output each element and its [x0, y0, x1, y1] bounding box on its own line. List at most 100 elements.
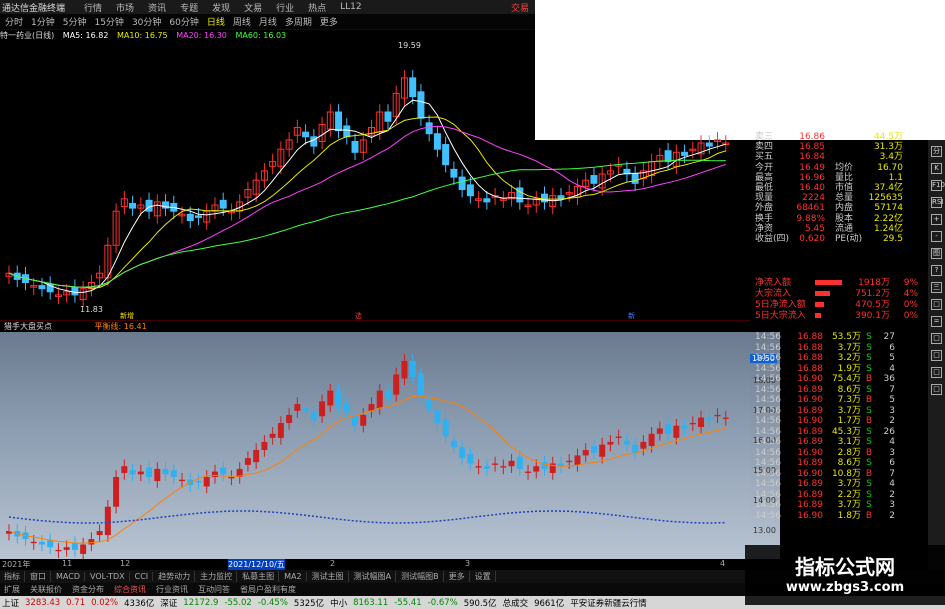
period-tab-5[interactable]: 60分钟: [166, 15, 201, 28]
trade-button[interactable]: 交易: [511, 1, 535, 14]
sz-index-label[interactable]: 深证: [160, 597, 177, 609]
tick-price: 16.89: [797, 458, 823, 468]
period-tab-6[interactable]: 日线: [204, 15, 228, 28]
indicator-tab-11[interactable]: 测试幅图B: [397, 571, 444, 582]
stat-label-2: 流通: [835, 223, 854, 234]
tick-price: 16.89: [797, 384, 823, 395]
period-tab-10[interactable]: 更多: [317, 15, 341, 28]
toolbar-icon-14[interactable]: □: [931, 384, 942, 395]
menu-item-discover[interactable]: 发现: [207, 1, 235, 14]
zx-index-label[interactable]: 中小: [330, 597, 347, 609]
stat-row: 收益(四) 0.620 PE(动) 29.5: [755, 234, 927, 244]
toolbar-icon-3[interactable]: RSI: [931, 197, 943, 208]
menu-item-industry[interactable]: 行业: [271, 1, 299, 14]
period-tab-4[interactable]: 30分钟: [129, 15, 164, 28]
sub-candle-body: [137, 471, 144, 475]
toolbar-icon-5[interactable]: -: [931, 231, 942, 242]
tick-side: S: [866, 342, 872, 353]
kline-main-chart[interactable]: 17.0016.5016.0015.5015.0014.5014.0013.50…: [0, 30, 750, 320]
period-tab-2[interactable]: 5分钟: [60, 15, 90, 28]
sh-index-amount: 4336亿: [124, 598, 155, 609]
ext-tab-1[interactable]: 关联报价: [26, 584, 66, 595]
period-bar: 分时 1分钟 5分钟 15分钟 30分钟 60分钟 日线 周线 月线 多周期 更多: [0, 14, 535, 30]
tick-count: 7: [889, 468, 895, 479]
candle-body: [145, 199, 153, 212]
sub-candle-body: [689, 423, 696, 425]
tick-volume: 7.3万: [837, 395, 861, 405]
sub-candle-body: [656, 428, 663, 434]
extension-tabs: 扩展 关联报价 资金分布 综合资讯 行业资讯 互动问答 省局户盈利有度: [0, 583, 750, 596]
period-tab-7[interactable]: 周线: [230, 15, 254, 28]
menu-item-news[interactable]: 资讯: [143, 1, 171, 14]
tick-volume: 1.7万: [837, 416, 861, 426]
toolbar-icon-12[interactable]: □: [931, 350, 942, 361]
indicator-tab-8[interactable]: MA2: [280, 572, 307, 581]
indicator-tab-6[interactable]: 主力监控: [196, 571, 238, 582]
toolbar-icon-4[interactable]: +: [931, 214, 942, 225]
tick-time: 14:56: [755, 363, 781, 374]
menu-item-topics[interactable]: 专题: [175, 1, 203, 14]
ext-tab-4[interactable]: 行业资讯: [152, 584, 192, 595]
period-tab-3[interactable]: 15分钟: [91, 15, 126, 28]
toolbar-icon-11[interactable]: □: [931, 333, 942, 344]
tick-volume: 8.6万: [837, 458, 861, 468]
period-tab-1[interactable]: 1分钟: [28, 15, 58, 28]
indicator-tab-10[interactable]: 测试幅图A: [350, 571, 397, 582]
menu-item-ll12[interactable]: LL12: [335, 2, 366, 12]
toolbar-icon-6[interactable]: 图: [931, 248, 942, 259]
ext-tab-3[interactable]: 综合资讯: [110, 584, 150, 595]
indicator-tab-4[interactable]: CCI: [131, 572, 154, 581]
period-tab-0[interactable]: 分时: [2, 15, 26, 28]
toolbar-icon-2[interactable]: F10: [931, 180, 945, 191]
ext-tab-5[interactable]: 互动问答: [194, 584, 234, 595]
menu-item-quotes[interactable]: 行情: [79, 1, 107, 14]
indicator-tab-0[interactable]: 指标: [0, 571, 25, 582]
ext-tab-6[interactable]: 省局户盈利有度: [236, 584, 300, 595]
indicator-tab-2[interactable]: MACD: [52, 572, 85, 581]
sh-index-label[interactable]: 上证: [2, 597, 19, 609]
tick-volume: 2.2万: [837, 489, 861, 500]
period-tab-9[interactable]: 多周期: [282, 15, 315, 28]
toolbar-icon-13[interactable]: □: [931, 367, 942, 378]
sub-candle-body: [722, 417, 729, 419]
tick-time: 14:56: [755, 500, 781, 510]
indicator-tab-9[interactable]: 测试主图: [308, 571, 349, 582]
period-tab-8[interactable]: 月线: [256, 15, 280, 28]
toolbar-icon-8[interactable]: 三: [931, 282, 942, 293]
stat-row: 外盘 68461 内盘 57174: [755, 203, 927, 213]
stat-label: 收益(四): [755, 233, 790, 244]
tick-volume: 10.8万: [831, 468, 861, 479]
indicator-tab-3[interactable]: VOL-TDX: [86, 572, 130, 581]
capital-flow-panel: 净流入额 1918万 9% 大宗流入 751.2万 4% 5日净流入额 470.5万 0% 5日大…: [755, 278, 927, 332]
flow-bar: [815, 300, 850, 311]
indicator-tab-12[interactable]: 更多: [445, 571, 470, 582]
toolbar-icon-7[interactable]: ?: [931, 265, 942, 276]
toolbar-icon-1[interactable]: K: [931, 163, 942, 174]
sub-candle-body: [63, 547, 70, 550]
tick-count: 27: [883, 332, 895, 342]
toolbar-icon-10[interactable]: =: [931, 316, 942, 327]
tick-time: 14:56: [755, 416, 781, 426]
menu-item-wenyi[interactable]: 文易: [239, 1, 267, 14]
tick-price: 16.88: [797, 363, 823, 374]
tick-side: B: [865, 468, 873, 479]
tick-price: 16.89: [797, 426, 823, 437]
sub-candle-body: [698, 417, 705, 428]
indicator-tab-13[interactable]: 设置: [471, 571, 496, 582]
tick-time: 14:56: [755, 332, 781, 342]
sub-candle-body: [211, 471, 218, 477]
flow-value: 751.2万: [855, 289, 890, 299]
indicator-tab-5[interactable]: 趋势动力: [154, 571, 196, 582]
ext-tab-0[interactable]: 扩展: [0, 584, 24, 595]
tick-volume: 45.3万: [831, 426, 861, 437]
indicator-tab-1[interactable]: 窗口: [26, 571, 51, 582]
toolbar-icon-9[interactable]: □: [931, 299, 942, 310]
indicator-tab-7[interactable]: 私募主图: [238, 571, 280, 582]
menu-item-hot[interactable]: 热点: [303, 1, 331, 14]
menu-item-market[interactable]: 市场: [111, 1, 139, 14]
sub-candle-body: [714, 414, 721, 417]
ask-row: 卖三 16.86 44.5万: [755, 132, 927, 142]
sub-kline-chart[interactable]: [0, 332, 750, 559]
ext-tab-2[interactable]: 资金分布: [68, 584, 108, 595]
toolbar-icon-0[interactable]: 分: [931, 146, 942, 157]
